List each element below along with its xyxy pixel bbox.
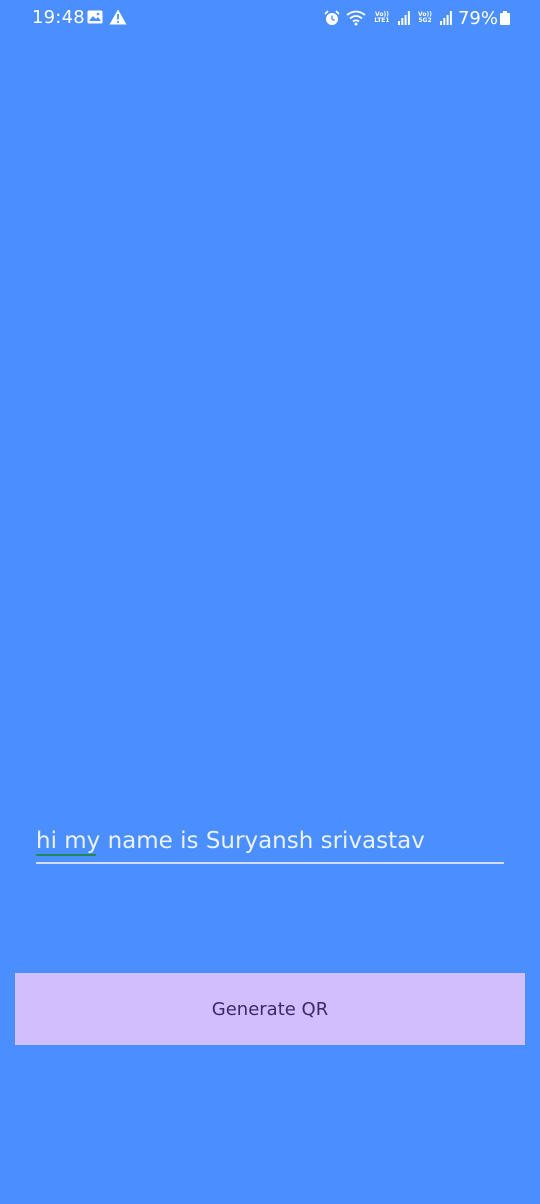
warning-icon xyxy=(109,9,127,25)
wifi-icon xyxy=(346,10,366,26)
field-underline xyxy=(36,862,504,864)
spellcheck-underline xyxy=(36,854,96,856)
text-input-value[interactable]: hi my name is Suryansh srivastav xyxy=(36,828,425,854)
status-time: 19:48 xyxy=(32,7,85,28)
signal-icon xyxy=(439,11,452,25)
status-bar: 19:48 Vo)) LTE1 Vo)) 5G2 79% xyxy=(0,0,540,36)
status-icons: Vo)) LTE1 Vo)) 5G2 79% xyxy=(318,7,510,29)
alarm-icon xyxy=(324,10,340,25)
network-label-1: Vo)) LTE1 xyxy=(374,11,390,24)
gallery-icon xyxy=(87,10,103,24)
signal-icon xyxy=(397,11,410,25)
network-label-2: Vo)) 5G2 xyxy=(418,11,432,24)
text-input-field[interactable]: hi my name is Suryansh srivastav xyxy=(36,822,504,864)
battery-percent: 79% xyxy=(457,7,498,29)
generate-qr-button[interactable]: Generate QR xyxy=(15,973,525,1045)
battery-icon xyxy=(500,11,510,25)
